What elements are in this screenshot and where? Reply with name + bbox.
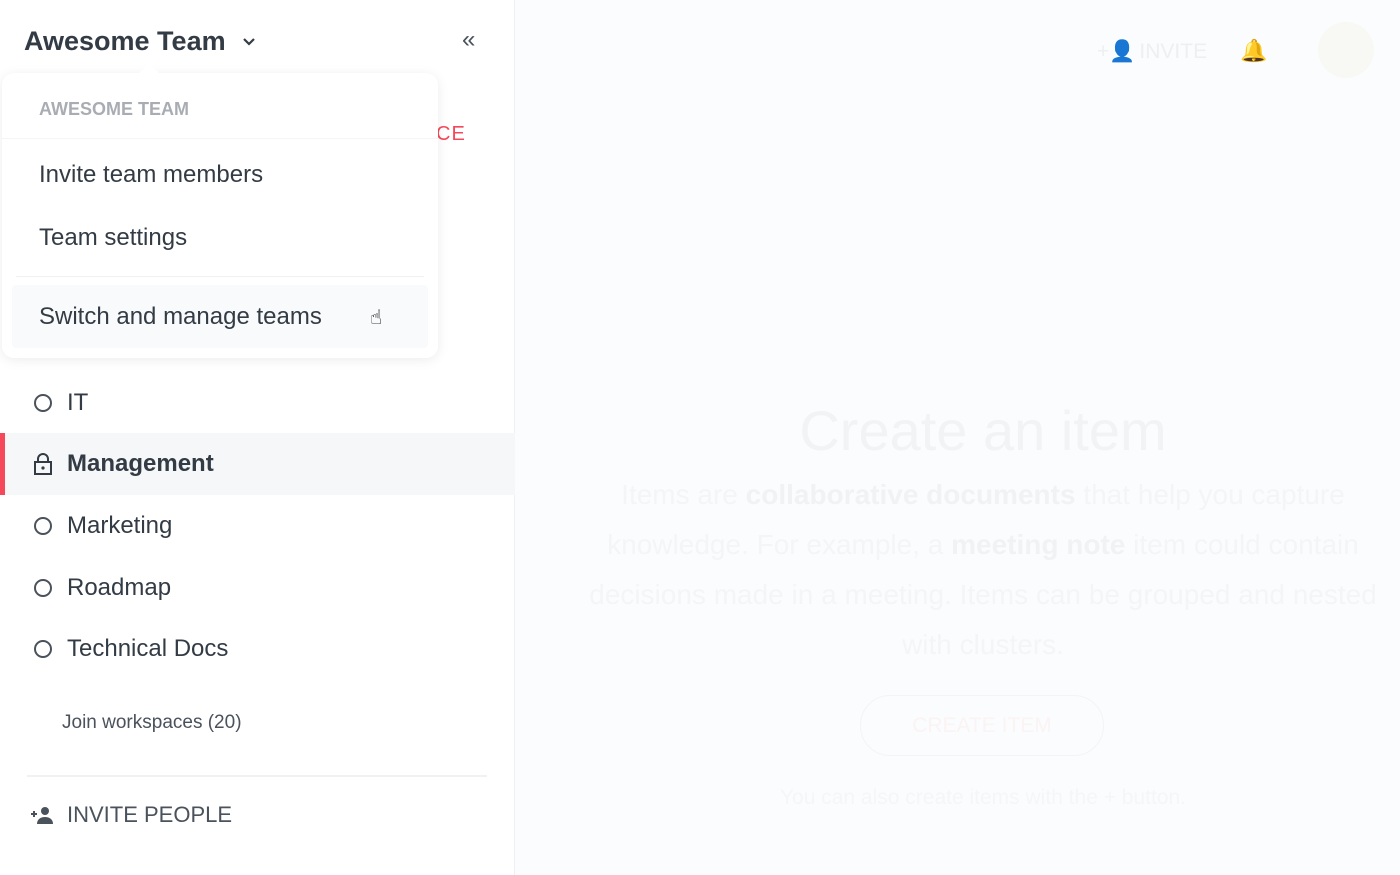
circle-icon bbox=[34, 517, 52, 535]
add-person-icon: +👤 bbox=[1097, 40, 1136, 63]
menu-item-switch-and-manage-teams[interactable]: Switch and manage teams bbox=[39, 303, 322, 331]
divider bbox=[16, 276, 424, 277]
menu-item-team-settings[interactable]: Team settings bbox=[39, 224, 187, 252]
team-switcher[interactable]: Awesome Team bbox=[24, 26, 256, 57]
circle-icon bbox=[34, 640, 52, 658]
workspace-item-technical-docs[interactable]: Technical Docs bbox=[0, 618, 515, 680]
hint-text: You can also create items with the + but… bbox=[779, 786, 1187, 809]
invite-button[interactable]: +👤 INVITE bbox=[1097, 40, 1207, 64]
workspace-item-it[interactable]: IT bbox=[0, 372, 515, 434]
lock-icon bbox=[34, 453, 52, 475]
create-item-button[interactable]: CREATE ITEM bbox=[860, 695, 1104, 756]
sidebar: Awesome Team « CE IT Management Marketin… bbox=[0, 0, 515, 875]
menu-item-invite-team-members[interactable]: Invite team members bbox=[39, 161, 263, 189]
circle-icon bbox=[34, 394, 52, 412]
hand-cursor-icon: ☝ bbox=[370, 307, 383, 329]
section-label: CE bbox=[436, 123, 466, 145]
collapse-sidebar-icon[interactable]: « bbox=[462, 26, 475, 54]
circle-icon bbox=[34, 579, 52, 597]
workspace-item-marketing[interactable]: Marketing bbox=[0, 495, 515, 557]
join-workspaces-link[interactable]: Join workspaces (20) bbox=[62, 712, 242, 734]
divider bbox=[27, 775, 487, 777]
invite-people-button[interactable]: INVITE PEOPLE bbox=[31, 802, 232, 828]
empty-state-description: Items are collaborative documents that h… bbox=[589, 479, 1377, 660]
chevron-down-icon bbox=[242, 37, 255, 46]
workspace-item-management[interactable]: Management bbox=[0, 433, 515, 495]
workspace-item-roadmap[interactable]: Roadmap bbox=[0, 557, 515, 619]
avatar[interactable] bbox=[1318, 22, 1374, 78]
bell-icon[interactable]: 🔔 bbox=[1240, 38, 1267, 64]
team-dropdown-menu: AWESOME TEAM Invite team members Team se… bbox=[2, 73, 438, 358]
add-person-icon bbox=[31, 807, 53, 824]
dropdown-header: AWESOME TEAM bbox=[2, 73, 438, 139]
page-title: Create an item bbox=[799, 399, 1167, 462]
